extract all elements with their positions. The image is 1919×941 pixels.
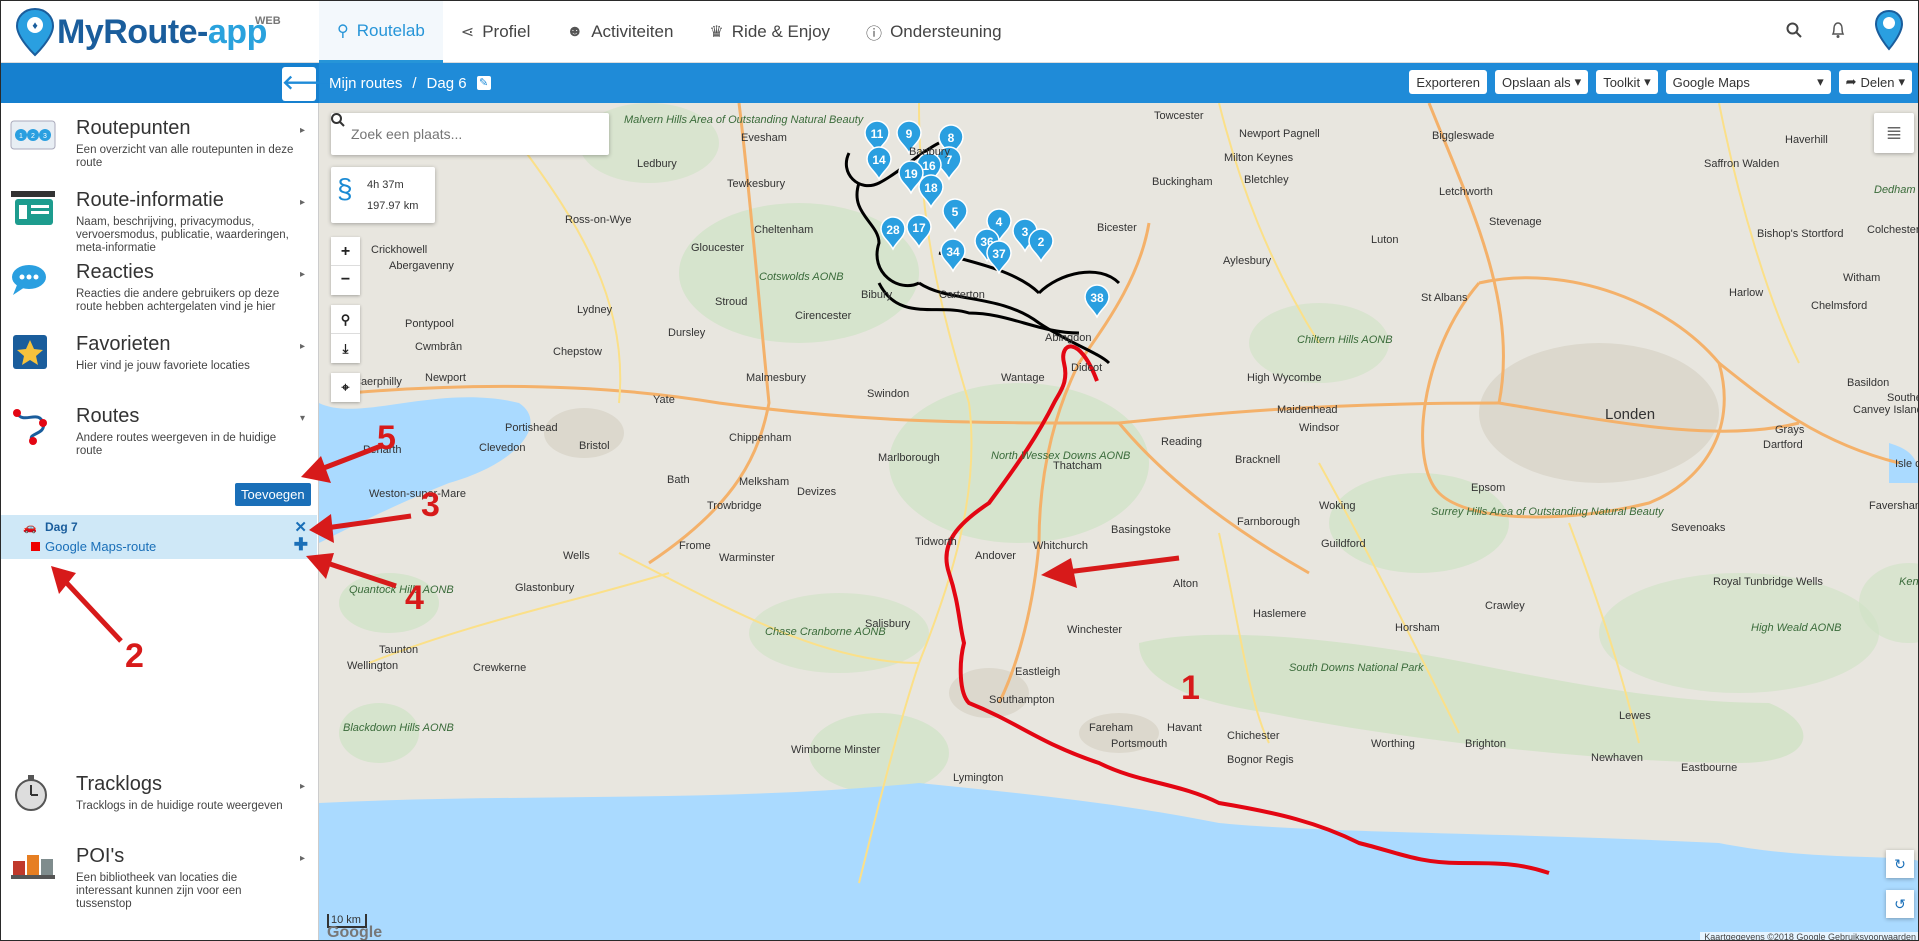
annotation-overlay (51, 443, 412, 643)
annotation-arrow-2 (61, 577, 123, 643)
annotation-arrow-4 (320, 558, 397, 589)
annotation-label-3: 3 (421, 486, 440, 524)
annotation-label-5: 5 (377, 419, 396, 457)
annotation-label-2: 2 (125, 637, 144, 675)
annotation-label-1: 1 (1181, 669, 1200, 707)
annotation-arrow-5 (315, 443, 382, 474)
app-window: ♦ MyRoute-app WEB ⚲ Routelab ⋖ Profiel ☻… (0, 0, 1919, 941)
annotation-arrow-3 (325, 513, 412, 531)
annotation-label-4: 4 (405, 579, 424, 617)
